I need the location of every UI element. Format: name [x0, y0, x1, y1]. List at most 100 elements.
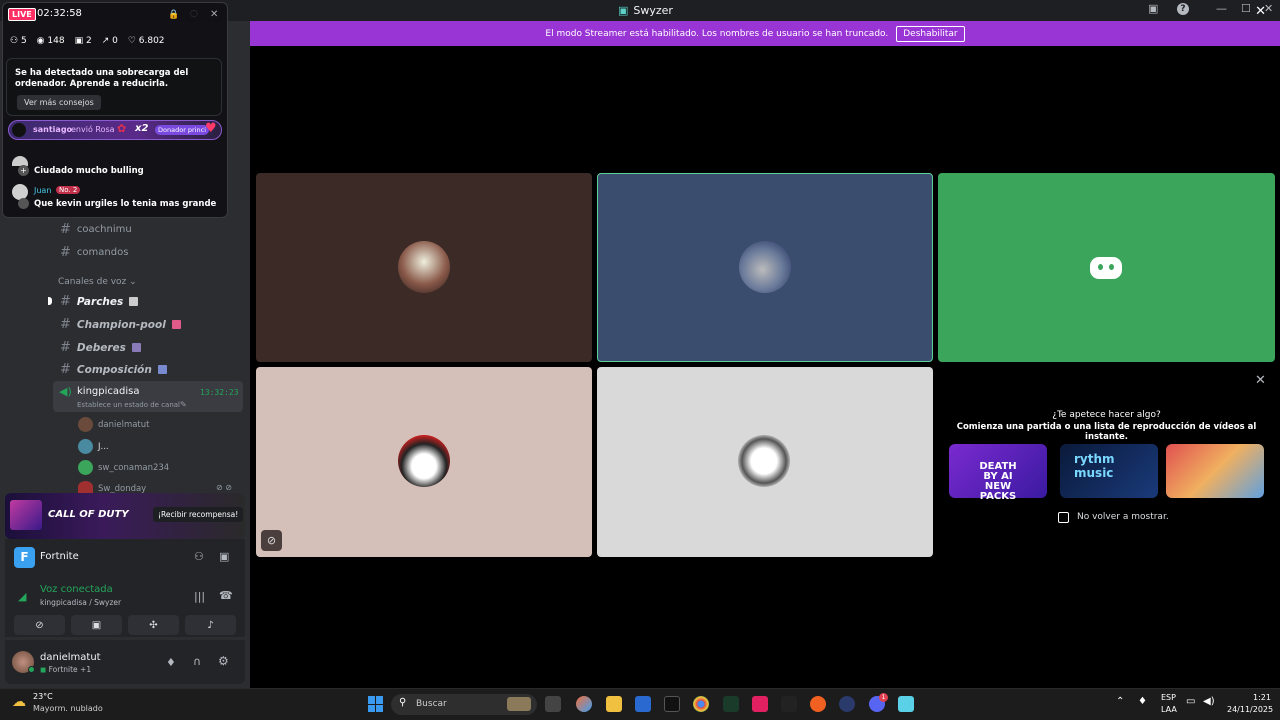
channel-champion-pool[interactable]: # Champion-pool [60, 317, 181, 332]
search-highlight-image [507, 697, 531, 711]
activities-icon: ✣ [149, 619, 158, 631]
discord-logo-icon [1090, 257, 1122, 279]
microphone-icon[interactable]: ♦ [166, 656, 176, 669]
invite-icon[interactable]: ⚇ [194, 550, 204, 563]
overlay-close-icon[interactable]: ✕ [210, 9, 218, 20]
avatar [78, 481, 93, 493]
weather-icon[interactable]: ☁ [12, 694, 26, 710]
copilot-icon[interactable] [576, 696, 592, 712]
likes-stat: ♡ 6.802 [127, 36, 165, 46]
video-tile[interactable]: ⊘ [256, 367, 592, 557]
member-name[interactable]: danielmatut [98, 420, 150, 430]
video-tile[interactable] [597, 367, 933, 557]
voice-header-label: Canales de voz [58, 277, 127, 287]
channel-coachnimu[interactable]: # coachnimu [60, 222, 132, 237]
help-icon[interactable]: ? [1177, 3, 1189, 15]
badge-icon [18, 198, 29, 209]
clock-time[interactable]: 1:21 [1253, 693, 1271, 702]
user-activity: ◼ Fortnite +1 [40, 665, 91, 674]
windows-start-icon[interactable] [368, 696, 384, 712]
activity-card-rythm[interactable]: rythm music [1060, 444, 1158, 498]
channel-parches[interactable]: # Parches [60, 294, 139, 309]
member-name[interactable]: sw_conaman234 [98, 463, 169, 473]
spinner-icon: ◌ [190, 9, 198, 19]
keyboard-layout[interactable]: LAA [1161, 705, 1177, 714]
minimize-button[interactable]: — [1216, 2, 1227, 15]
taskbar-search[interactable]: ⚲ Buscar [391, 694, 537, 715]
soundboard-button[interactable]: ♪ [185, 615, 236, 635]
volume-icon[interactable]: ◀) [1203, 696, 1215, 707]
hash-icon: # [60, 340, 71, 355]
hash-icon: # [60, 245, 71, 260]
card-label: DEATH BY AI NEW PACKS [979, 461, 1017, 502]
heart-icon: ♥ [205, 121, 217, 136]
app-icon[interactable] [723, 696, 739, 712]
video-tile[interactable] [256, 173, 592, 362]
headphones-icon[interactable]: ∩ [193, 655, 201, 668]
channel-comandos[interactable]: # comandos [60, 245, 128, 260]
online-status-icon [28, 666, 35, 673]
channel-composicion[interactable]: # Composición [60, 362, 167, 377]
lock-icon[interactable]: 🔒 [168, 10, 179, 20]
task-view-icon[interactable] [545, 696, 561, 712]
close-icon[interactable]: ✕ [1255, 373, 1266, 388]
weather-temp[interactable]: 23°C [33, 692, 53, 701]
claim-reward-button[interactable]: ¡Recibir recompensa! [153, 507, 244, 522]
pencil-icon[interactable]: ✎ [180, 400, 187, 409]
chrome-icon[interactable] [693, 696, 709, 712]
video-tile[interactable] [938, 173, 1275, 362]
disconnect-icon[interactable]: ☎ [219, 589, 233, 602]
set-status-hint[interactable]: Establece un estado de canal [77, 401, 180, 409]
member-name[interactable]: J... [98, 442, 109, 452]
keyboard-lang[interactable]: ESP [1161, 693, 1176, 702]
camera-button[interactable]: ⊘ [14, 615, 65, 635]
dont-show-checkbox[interactable] [1058, 512, 1069, 523]
unread-indicator [48, 297, 52, 305]
banner-close-icon[interactable]: ✕ [1255, 4, 1266, 19]
share-screen-button[interactable]: ▣ [71, 615, 122, 635]
brave-icon[interactable] [810, 696, 826, 712]
voice-location[interactable]: kingpicadisa / Swyzer [40, 598, 121, 607]
file-explorer-icon[interactable] [606, 696, 622, 712]
activity-card-death-by-ai[interactable]: DEATH BY AI NEW PACKS [949, 444, 1047, 502]
promo-banner[interactable]: CALL OF DUTY ¡Recibir recompensa! [5, 493, 245, 539]
store-icon[interactable] [635, 696, 651, 712]
noise-suppression-icon[interactable]: ||| [194, 590, 205, 603]
more-tips-button[interactable]: Ver más consejos [17, 95, 101, 110]
weather-text[interactable]: Mayorm. nublado [33, 704, 103, 713]
microphone-tray-icon[interactable]: ♦ [1138, 696, 1147, 707]
clock-date[interactable]: 24/11/2025 [1227, 705, 1273, 714]
gift-notification: santiago envió Rosa ✿ x2 Donador princi … [8, 120, 222, 140]
video-off-icon[interactable]: ⊘ [261, 530, 282, 551]
tiktok-icon[interactable] [752, 696, 768, 712]
network-icon[interactable]: ▭ [1186, 696, 1195, 707]
capcut-icon[interactable] [781, 696, 797, 712]
inbox-icon[interactable]: ▣ [1148, 2, 1158, 15]
stream-icon[interactable]: ▣ [219, 550, 229, 563]
window-title: ▣ Swyzer [618, 4, 673, 17]
live-timer: 02:32:58 [37, 8, 82, 19]
book-emoji-icon [171, 320, 181, 329]
app-icon[interactable] [839, 696, 855, 712]
chevron-up-icon[interactable]: ⌃ [1116, 696, 1124, 707]
maximize-button[interactable]: ☐ [1241, 2, 1251, 15]
disable-streamer-button[interactable]: Deshabilitar [896, 25, 965, 42]
user-name[interactable]: danielmatut [40, 652, 101, 663]
channel-label: Composición [76, 363, 152, 376]
epic-games-icon[interactable] [664, 696, 680, 712]
gear-icon[interactable]: ⚙ [218, 654, 229, 668]
window-title-text: Swyzer [633, 4, 673, 17]
voice-channels-header[interactable]: Canales de voz ⌄ [58, 277, 137, 287]
activity-title: ¿Te apetece hacer algo? [1052, 410, 1161, 420]
activity-card-game[interactable] [1166, 444, 1264, 498]
voice-status[interactable]: Voz conectada [40, 584, 113, 595]
swyzer-taskbar-icon[interactable] [898, 696, 914, 712]
video-tile-speaking[interactable] [597, 173, 933, 362]
signal-icon: ◢ [18, 590, 27, 603]
channel-deberes[interactable]: # Deberes [60, 340, 141, 355]
activities-button[interactable]: ✣ [128, 615, 179, 635]
views-count: 148 [47, 36, 65, 46]
avatar [739, 241, 791, 293]
gamepad-icon: ◼ [40, 665, 49, 674]
speaker-icon: ◀) [59, 385, 72, 398]
